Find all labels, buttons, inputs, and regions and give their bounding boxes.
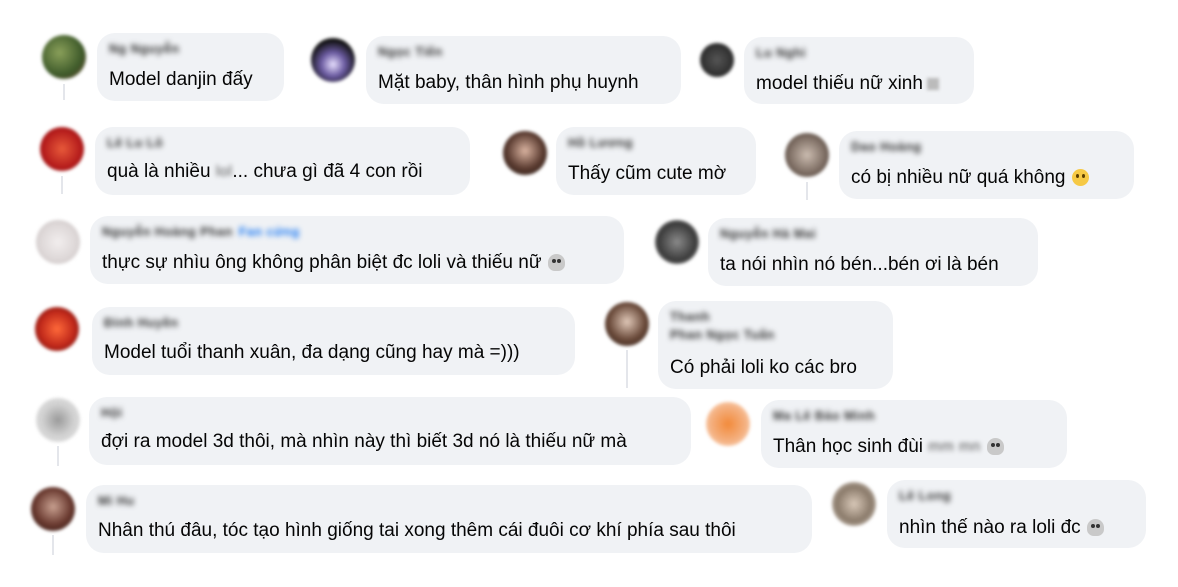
thread-line [626,350,628,388]
author-name[interactable]: Hồ Lương [568,136,633,150]
avatar[interactable] [655,220,699,264]
comment-bubble: Lu Nghi model thiếu nữ xinh [744,37,974,104]
author-name[interactable]: Nguyễn Hoàng Phan Fan cứng [102,225,300,239]
comment-bubble: Đinh Huyền Model tuổi thanh xuân, đa dạn… [92,307,575,375]
author-name[interactable]: Ng Nguyễn [109,42,179,56]
hidden-emoji-icon [926,77,939,90]
author-name[interactable]: Dao Hoàng [851,140,921,154]
censored-word: mm mn [928,438,981,455]
comment-text: model thiếu nữ xinh [756,73,939,95]
skull-icon [986,438,1004,456]
avatar[interactable] [700,43,734,77]
thread-line [57,446,59,466]
avatar[interactable] [42,35,86,79]
comment-bubble: Thanh Phan Ngọc Tuấn Có phải loli ko các… [658,301,893,389]
comment-text: Model tuổi thanh xuân, đa dạng cũng hay … [104,342,520,363]
avatar[interactable] [36,220,80,264]
avatar[interactable] [832,482,876,526]
comment-text-content: nhìn thế nào ra loli đc [899,517,1081,538]
avatar[interactable] [35,307,79,351]
thread-line [52,535,54,555]
comment-bubble: Nguyễn Hà Mai ta nói nhìn nó bén...bén ơ… [708,218,1038,286]
skull-icon [1086,519,1104,536]
top-fan-badge: Fan cứng [238,225,300,239]
comment-bubble: Lê Lu Lô quà là nhiều lol... chưa gì đã … [95,127,470,195]
comment-text: nhìn thế nào ra loli đc [899,517,1104,539]
author-name[interactable]: Thanh [670,310,710,324]
author-name[interactable]: Lê Lu Lô [107,136,163,150]
comment-text: Mặt baby, thân hình phụ huynh [378,72,639,93]
avatar[interactable] [503,131,547,175]
comment-text: Thấy cũm cute mờ [568,163,727,184]
comment-bubble: Lê Long nhìn thế nào ra loli đc [887,480,1146,548]
author-name[interactable]: Đinh Huyền [104,316,178,330]
comment-bubble: Hồ Lương Thấy cũm cute mờ [556,127,756,195]
author-name[interactable]: Nguyễn Hà Mai [720,227,816,241]
avatar[interactable] [706,402,750,446]
skull-icon [547,254,565,271]
author-name-text[interactable]: Nguyễn Hoàng Phan [102,225,233,239]
comment-text-part: quà là nhiều [107,161,216,183]
comment-text: quà là nhiều lol... chưa gì đã 4 con rồi [107,161,423,183]
thread-line [806,182,808,200]
comment-text: có bị nhiều nữ quá không [851,167,1089,189]
author-name[interactable]: Mi Hu [98,494,135,508]
comment-text-content: thực sự nhìu ông không phân biệt đc loli… [102,252,542,273]
author-name[interactable]: Ma Lê Bảo Minh [773,409,875,423]
avatar[interactable] [40,127,84,171]
worried-face-icon [1071,169,1089,186]
comment-bubble: Dao Hoàng có bị nhiều nữ quá không [839,131,1134,199]
avatar[interactable] [36,398,80,442]
comment-bubble: Nguyễn Hoàng Phan Fan cứng thực sự nhìu ô… [90,216,624,284]
thread-line [63,84,65,100]
comment-text-part: Thân học sinh đùi [773,436,929,458]
comment-text: đợi ra model 3d thôi, mà nhìn này thì bi… [101,431,627,452]
author-name[interactable]: Lê Long [899,489,951,503]
comment-text: Model danjin đấy [109,69,253,90]
comment-bubble: Ng Nguyễn Model danjin đấy [97,33,284,101]
author-name-secondary[interactable]: Phan Ngọc Tuấn [670,328,775,342]
thread-line [61,176,63,194]
comment-text-part: ... chưa gì đã 4 con rồi [232,161,423,183]
comment-text-content: có bị nhiều nữ quá không [851,167,1066,188]
comment-text: Thân học sinh đùi mm mn [773,436,1004,458]
avatar[interactable] [785,133,829,177]
comment-text: Có phải loli ko các bro [670,357,857,378]
censored-word: lol [215,163,233,180]
comment-bubble: Mi Hu Nhân thú đâu, tóc tạo hình giống t… [86,485,812,553]
avatar[interactable] [311,38,355,82]
comment-bubble: Ma Lê Bảo Minh Thân học sinh đùi mm mn [761,400,1067,468]
comment-text-content: model thiếu nữ xinh [756,73,923,94]
avatar[interactable] [31,487,75,531]
author-name[interactable]: Hội [101,406,123,420]
author-name[interactable]: Ngọc Tiến [378,45,443,59]
comment-text: thực sự nhìu ông không phân biệt đc loli… [102,252,565,274]
author-name[interactable]: Lu Nghi [756,46,806,60]
comment-text: ta nói nhìn nó bén...bén ơi là bén [720,254,999,275]
comment-bubble: Ngọc Tiến Mặt baby, thân hình phụ huynh [366,36,681,104]
comment-text: Nhân thú đâu, tóc tạo hình giống tai xon… [98,520,736,541]
avatar[interactable] [605,302,649,346]
comment-bubble: Hội đợi ra model 3d thôi, mà nhìn này th… [89,397,691,465]
